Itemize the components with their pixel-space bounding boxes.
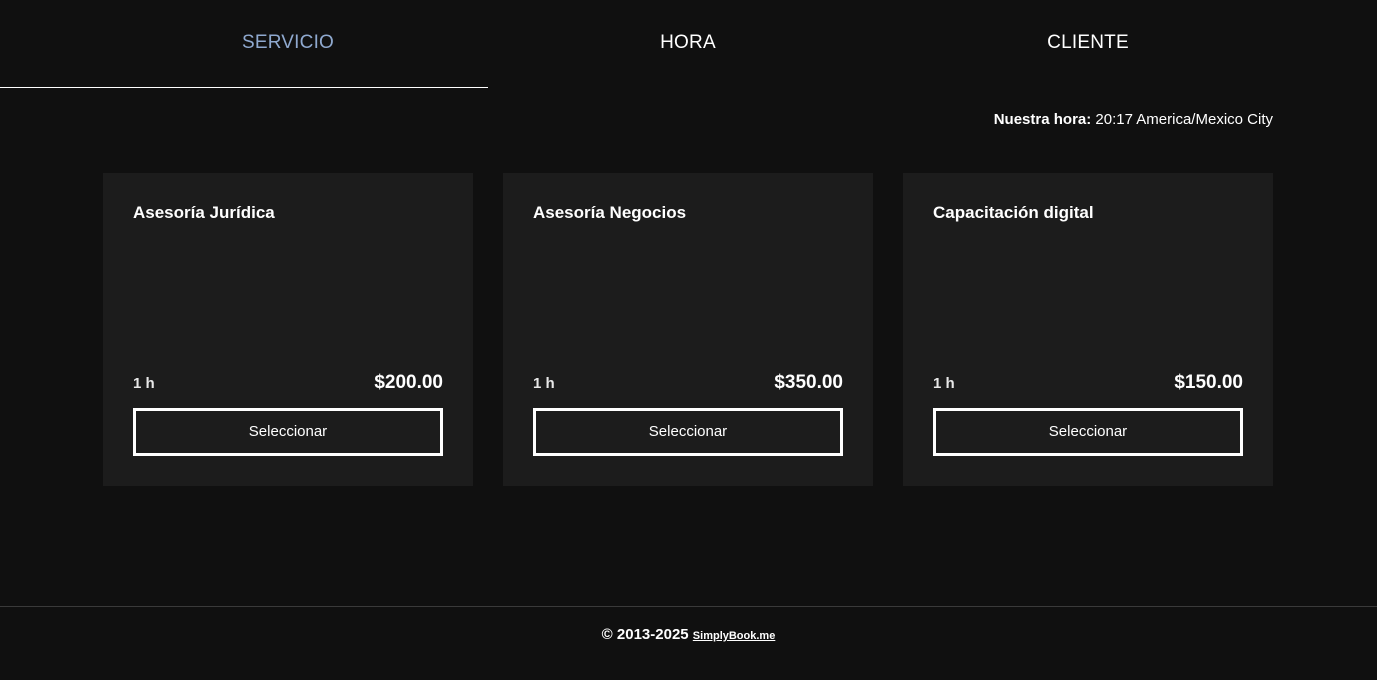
service-card-capacitacion-digital: Capacitación digital 1 h $150.00 Selecci… [903, 173, 1273, 486]
select-button[interactable]: Seleccionar [133, 408, 443, 456]
footer: © 2013-2025 SimplyBook.me [0, 626, 1377, 643]
service-price: $350.00 [774, 372, 843, 393]
service-price: $200.00 [374, 372, 443, 393]
service-duration: 1 h [133, 375, 155, 392]
service-card-asesoria-juridica: Asesoría Jurídica 1 h $200.00 Selecciona… [103, 173, 473, 486]
service-duration: 1 h [933, 375, 955, 392]
service-list: Asesoría Jurídica 1 h $200.00 Selecciona… [103, 173, 1273, 486]
service-duration: 1 h [533, 375, 555, 392]
footer-divider [0, 606, 1377, 607]
select-button[interactable]: Seleccionar [533, 408, 843, 456]
simplybook-link[interactable]: SimplyBook.me [693, 630, 776, 642]
time-value: 20:17 America/Mexico City [1095, 111, 1273, 128]
step-tabs: SERVICIO HORA CLIENTE [0, 0, 1377, 88]
service-title: Capacitación digital [933, 203, 1094, 222]
service-title: Asesoría Negocios [533, 203, 687, 222]
service-price: $150.00 [1174, 372, 1243, 393]
timezone-info: Nuestra hora: 20:17 America/Mexico City [994, 111, 1273, 128]
tab-hora[interactable]: HORA [488, 0, 888, 88]
select-button[interactable]: Seleccionar [933, 408, 1243, 456]
time-label: Nuestra hora: [993, 111, 1092, 128]
active-tab-indicator [0, 87, 488, 88]
copyright-text: © 2013-2025 [601, 626, 689, 643]
service-title: Asesoría Jurídica [133, 203, 275, 222]
service-card-asesoria-negocios: Asesoría Negocios 1 h $350.00 Selecciona… [503, 173, 873, 486]
tab-cliente[interactable]: CLIENTE [888, 0, 1288, 88]
